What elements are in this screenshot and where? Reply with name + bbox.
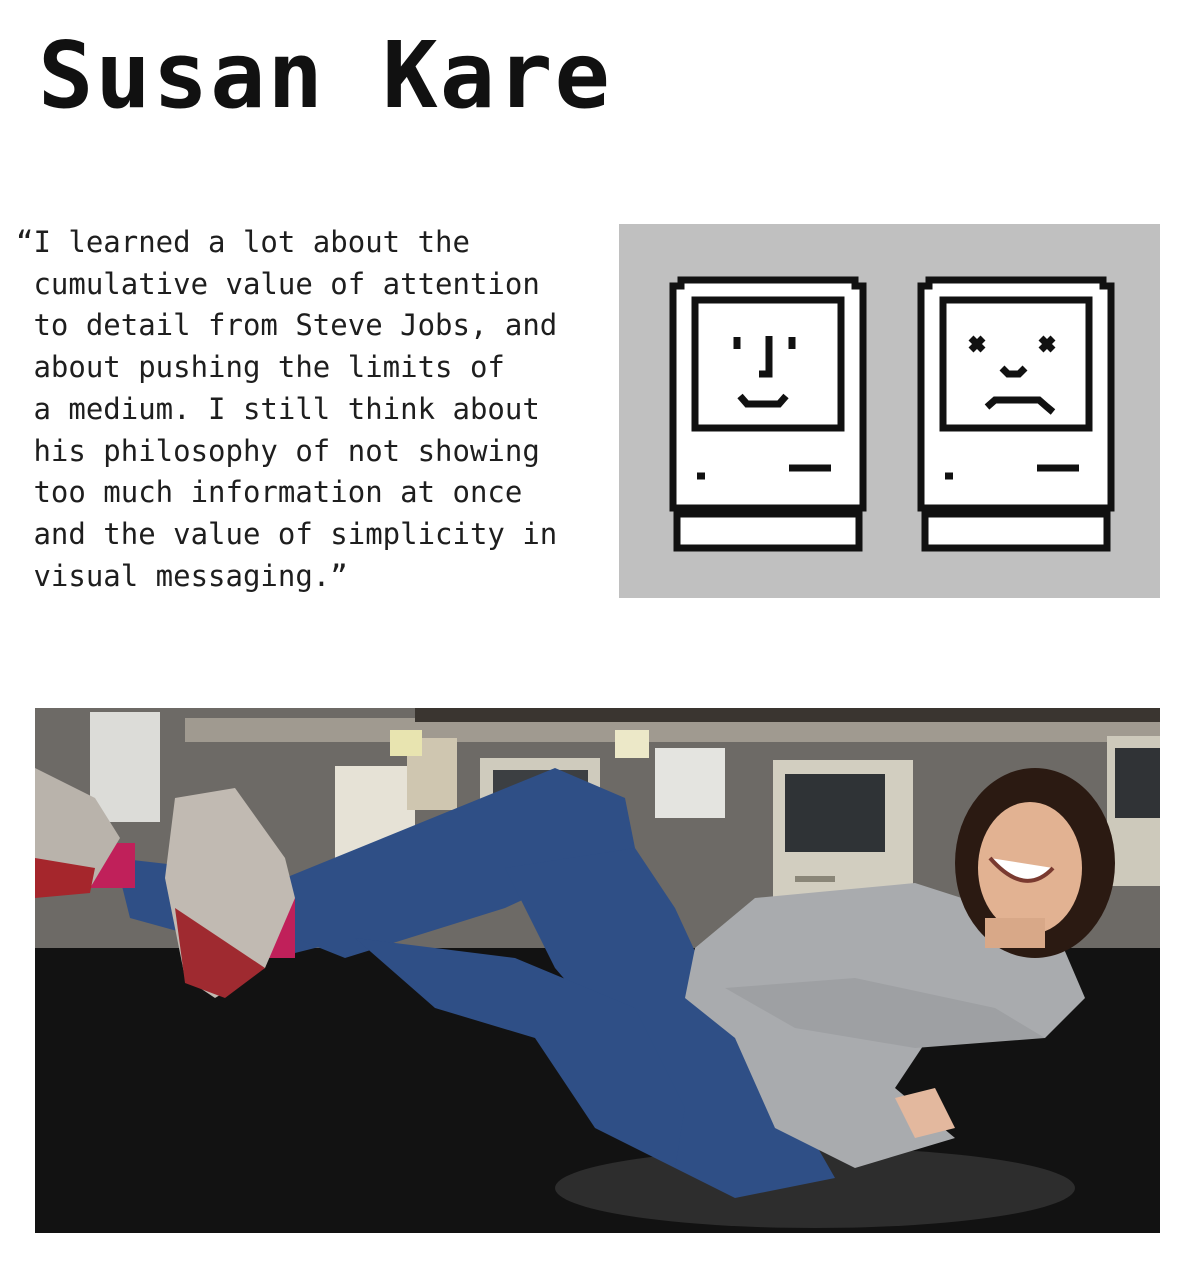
quote-line: to detail from Steve Jobs, and	[16, 308, 558, 343]
quote-line: about pushing the limits of	[16, 350, 505, 385]
happy-mac-icon	[669, 276, 867, 552]
quote-text: “I learned a lot about the cumulative va…	[16, 222, 596, 597]
sad-mac-icon	[917, 276, 1115, 552]
pinned-paper	[90, 712, 160, 822]
quote-line: too much information at once	[16, 475, 523, 510]
page-title: Susan Kare	[38, 22, 612, 129]
pinned-paper	[655, 748, 725, 818]
photo-susan-kare	[35, 708, 1160, 1233]
quote-line: a medium. I still think about	[16, 391, 540, 426]
quote-line: cumulative value of attention	[16, 266, 540, 301]
quote-line: “I learned a lot about the	[16, 225, 470, 259]
quote-line: his philosophy of not showing	[16, 433, 540, 468]
mac-icons-panel	[619, 224, 1160, 598]
quote-line: visual messaging.”	[16, 558, 348, 593]
quote-line: and the value of simplicity in	[16, 516, 558, 551]
